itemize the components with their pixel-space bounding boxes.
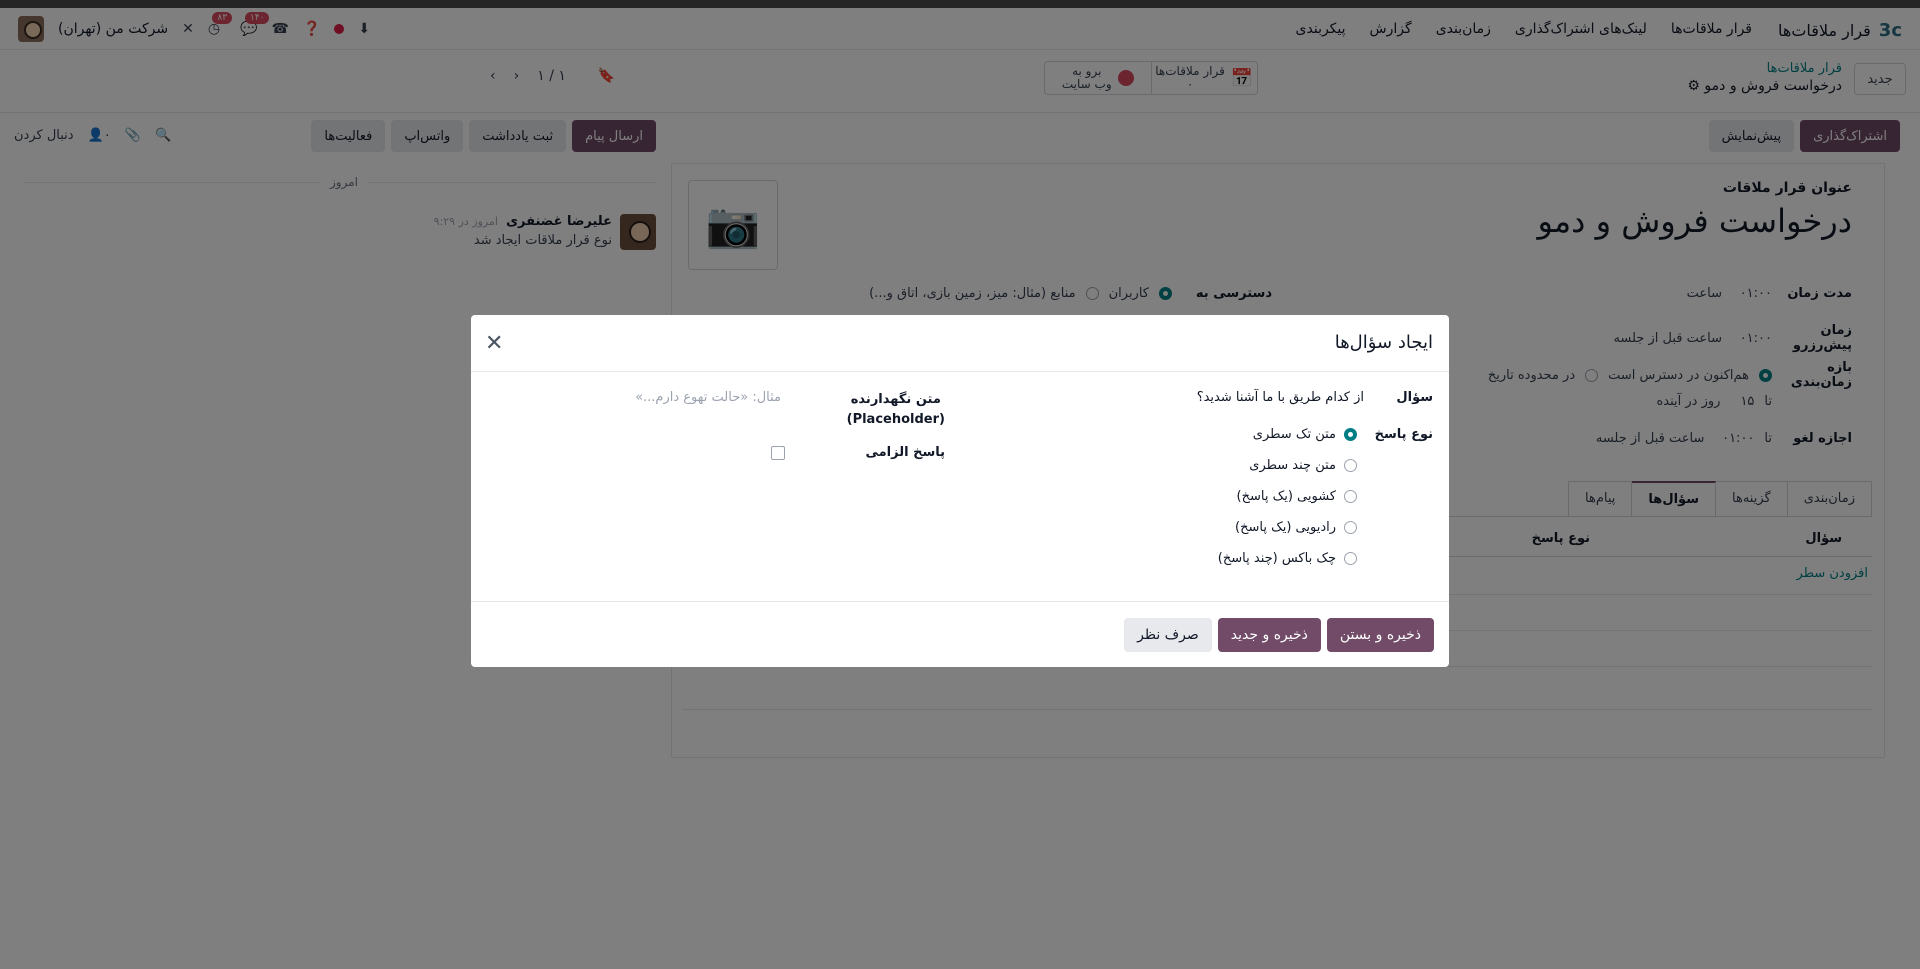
question-input[interactable]: از کدام طریق با ما آشنا شدید؟ [1197, 390, 1364, 405]
answer-type-radio[interactable] [1344, 521, 1357, 534]
answer-type-option[interactable]: رادیویی (یک پاسخ) [1235, 520, 1357, 535]
required-label: پاسخ الزامی [865, 445, 945, 460]
placeholder-label: متن نگهدارنده (Placeholder) [847, 390, 945, 430]
answer-type-radio[interactable] [1344, 428, 1357, 441]
answer-type-option-label: چک باکس (چند پاسخ) [1217, 551, 1336, 566]
answer-type-radio[interactable] [1344, 459, 1357, 472]
answer-type-option-label: متن تک سطری [1252, 427, 1336, 442]
answer-type-radio[interactable] [1344, 552, 1357, 565]
question-label: سؤال [1396, 390, 1433, 405]
placeholder-label-en: (Placeholder) [846, 412, 945, 427]
dialog-title: ایجاد سؤال‌ها [1334, 332, 1433, 353]
discard-button[interactable]: صرف نظر [1124, 618, 1212, 652]
placeholder-label-text: متن نگهدارنده [850, 392, 941, 407]
answer-type-option-label: کشویی (یک پاسخ) [1236, 489, 1336, 504]
save-new-button[interactable]: ذخیره و جدید [1217, 618, 1321, 652]
answer-type-option[interactable]: کشویی (یک پاسخ) [1237, 489, 1357, 504]
answer-type-radio[interactable] [1344, 490, 1357, 503]
save-close-button[interactable]: ذخیره و بستن [1326, 618, 1434, 652]
answer-type-option[interactable]: متن چند سطری [1249, 458, 1357, 473]
dialog-header: ایجاد سؤال‌ها ✕ [471, 315, 1449, 372]
answer-type-label: نوع پاسخ [1374, 427, 1433, 442]
answer-type-option[interactable]: متن تک سطری [1253, 427, 1357, 442]
answer-type-option-label: متن چند سطری [1249, 458, 1336, 473]
close-icon[interactable]: ✕ [485, 331, 503, 356]
create-questions-dialog: ایجاد سؤال‌ها ✕ سؤال از کدام طریق با ما … [471, 315, 1449, 667]
answer-type-option[interactable]: چک باکس (چند پاسخ) [1218, 551, 1357, 566]
required-checkbox[interactable] [771, 446, 785, 460]
placeholder-input[interactable]: مثال: «حالت تهوع دارم...» [635, 390, 781, 405]
dialog-footer-buttons: ذخیره و بستن ذخیره و جدید صرف نظر [1124, 618, 1434, 652]
dialog-footer: ذخیره و بستن ذخیره و جدید صرف نظر [471, 601, 1449, 667]
answer-type-option-label: رادیویی (یک پاسخ) [1235, 520, 1336, 535]
